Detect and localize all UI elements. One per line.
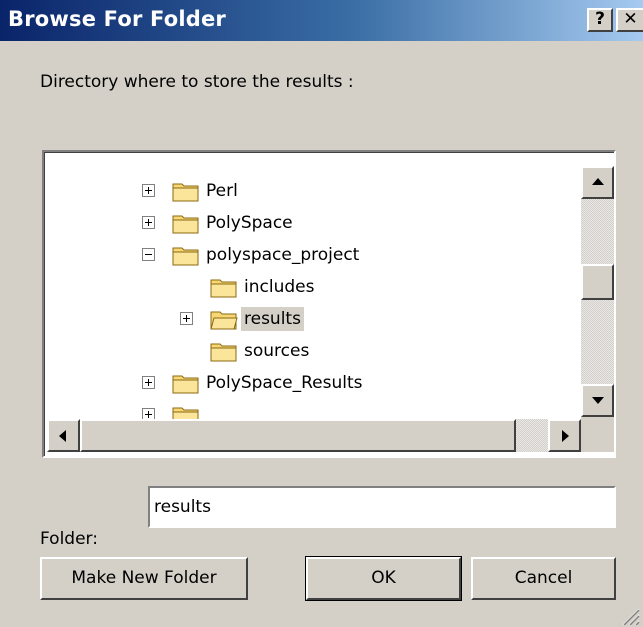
- tree-item-label: sources: [244, 341, 310, 361]
- make-new-folder-button[interactable]: Make New Folder: [40, 557, 248, 600]
- folder-tree-viewport: Perl PolySpace polyspace_project include…: [44, 152, 614, 456]
- folder-input[interactable]: [148, 486, 616, 528]
- scrollbar-corner: [581, 417, 614, 452]
- tree-item-polyspace-project[interactable]: polyspace_project: [45, 239, 575, 271]
- resize-grip-icon[interactable]: [618, 605, 640, 625]
- arrow-left-icon: [59, 430, 66, 442]
- scroll-right-button[interactable]: [548, 419, 581, 452]
- title-bar[interactable]: Browse For Folder ? ✕: [0, 0, 643, 41]
- tree-item-includes[interactable]: includes: [45, 271, 575, 303]
- expand-icon[interactable]: [142, 184, 155, 197]
- arrow-up-icon: [592, 178, 604, 185]
- tree-item-label: Perl: [206, 181, 238, 201]
- scroll-thumb[interactable]: [581, 264, 614, 300]
- folder-tree[interactable]: Perl PolySpace polyspace_project include…: [42, 150, 616, 458]
- ok-button[interactable]: OK: [305, 556, 462, 601]
- scroll-down-button[interactable]: [581, 384, 614, 417]
- expand-icon[interactable]: [142, 216, 155, 229]
- folder-label: Folder:: [40, 529, 98, 549]
- tree-item-perl[interactable]: Perl: [45, 175, 575, 207]
- dialog-prompt: Directory where to store the results :: [40, 72, 354, 92]
- tree-item-label: includes: [244, 277, 315, 297]
- window-title: Browse For Folder: [8, 7, 226, 31]
- close-button[interactable]: ✕: [616, 8, 643, 32]
- tree-item-sources[interactable]: sources: [45, 335, 575, 367]
- folder-icon: [172, 215, 199, 234]
- expand-icon[interactable]: [142, 376, 155, 389]
- scroll-up-button[interactable]: [581, 166, 614, 199]
- tree-item-polyspace[interactable]: PolySpace: [45, 207, 575, 239]
- tree-item-polyspace-results[interactable]: PolySpace_Results: [45, 367, 575, 399]
- arrow-right-icon: [562, 430, 569, 442]
- folder-icon: [172, 375, 199, 394]
- folder-icon: [172, 407, 199, 419]
- expand-icon[interactable]: [142, 408, 155, 419]
- tree-item-label: results: [241, 307, 304, 331]
- folder-icon: [172, 183, 199, 202]
- help-button[interactable]: ?: [587, 8, 613, 32]
- tree-item-results[interactable]: results: [45, 303, 575, 335]
- arrow-down-icon: [592, 397, 604, 404]
- tree-item-label: PolySpace: [206, 213, 293, 233]
- tree-item-label: polyspace_project: [206, 245, 360, 265]
- tree-item-partial[interactable]: [45, 399, 575, 419]
- horizontal-scroll-thumb[interactable]: [80, 419, 516, 452]
- expand-icon[interactable]: [180, 312, 193, 325]
- browse-for-folder-dialog: Browse For Folder ? ✕ Directory where to…: [0, 0, 643, 627]
- tree-item-label: PolySpace_Results: [206, 373, 363, 393]
- folder-icon: [172, 247, 199, 266]
- collapse-icon[interactable]: [142, 248, 155, 261]
- folder-icon: [210, 279, 237, 298]
- scroll-left-button[interactable]: [47, 419, 80, 452]
- folder-icon: [210, 343, 237, 362]
- cancel-button[interactable]: Cancel: [471, 557, 616, 600]
- folder-open-icon: [210, 311, 238, 330]
